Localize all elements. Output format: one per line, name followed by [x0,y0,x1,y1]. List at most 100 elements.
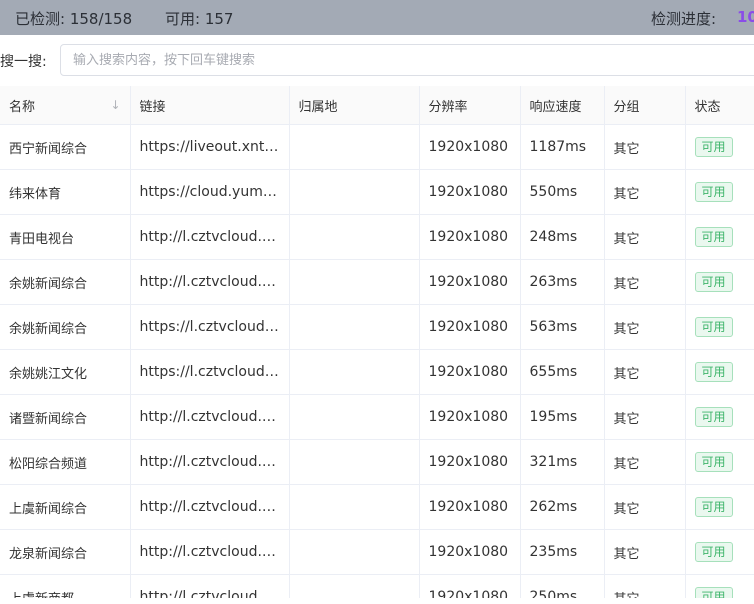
status-badge: 可用 [694,542,733,562]
results-table-wrap: 名称 ↓ 链接 归属地 分辨率 响应速度 分组 状态 西宁新闻综合 https:/… [0,86,754,598]
cell-url: http://l.cztvcloud.c... [130,484,290,530]
cell-location [289,304,420,350]
search-label: 搜一搜: [0,54,47,70]
cell-location [289,394,420,440]
results-table: 名称 ↓ 链接 归属地 分辨率 响应速度 分组 状态 西宁新闻综合 https:/… [0,86,754,598]
cell-name: 青田电视台 [0,214,131,260]
cell-group: 其它 [604,259,686,305]
cell-status: 可用 [685,394,754,440]
cell-group: 其它 [604,484,686,530]
column-header-name[interactable]: 名称 ↓ [0,86,131,125]
cell-group: 其它 [604,304,686,350]
table-row[interactable]: 余姚新闻综合 http://l.cztvcloud.c... 1920x1080 26… [0,259,754,305]
cell-speed: 1187ms [520,124,605,170]
cell-url: http://l.cztvcloud.c... [130,439,290,485]
cell-resolution: 1920x1080 [419,394,521,440]
search-input[interactable] [60,44,754,76]
cell-location [289,124,420,170]
cell-name: 松阳综合频道 [0,439,131,485]
status-badge: 可用 [694,227,733,247]
cell-url: http://l.cztvcloud.c... [130,529,290,575]
cell-location [289,169,420,215]
table-row[interactable]: 余姚姚江文化 https://l.cztvcloud.... 1920x1080 65… [0,349,754,395]
cell-group: 其它 [604,439,686,485]
progress-value: 10 [737,8,754,26]
status-badge: 可用 [694,137,733,157]
column-header-speed[interactable]: 响应速度 [520,86,605,125]
table-header-row: 名称 ↓ 链接 归属地 分辨率 响应速度 分组 状态 [0,86,754,125]
cell-status: 可用 [685,439,754,485]
cell-status: 可用 [685,529,754,575]
cell-url: https://liveout.xntv.... [130,124,290,170]
status-badge: 可用 [694,362,733,382]
cell-status: 可用 [685,259,754,305]
cell-url: https://l.cztvcloud.... [130,304,290,350]
status-badge: 可用 [694,317,733,337]
status-bar: 已检测: 158/158 可用: 157 检测进度: 10 [0,0,754,35]
column-header-resolution[interactable]: 分辨率 [419,86,521,125]
cell-speed: 550ms [520,169,605,215]
table-body: 西宁新闻综合 https://liveout.xntv.... 1920x1080 1… [0,124,754,598]
cell-resolution: 1920x1080 [419,259,521,305]
cell-group: 其它 [604,214,686,260]
cell-resolution: 1920x1080 [419,484,521,530]
table-row[interactable]: 西宁新闻综合 https://liveout.xntv.... 1920x1080 1… [0,124,754,170]
cell-name: 余姚新闻综合 [0,304,131,350]
table-row[interactable]: 纬来体育 https://cloud.yumix... 1920x1080 550ms… [0,169,754,215]
column-header-status[interactable]: 状态 [685,86,754,125]
bottom-edge [0,598,754,604]
cell-status: 可用 [685,574,754,598]
cell-group: 其它 [604,394,686,440]
status-badge: 可用 [694,182,733,202]
status-badge: 可用 [694,272,733,292]
cell-url: https://cloud.yumix... [130,169,290,215]
sort-arrow-icon[interactable]: ↓ [110,98,120,112]
cell-name: 龙泉新闻综合 [0,529,131,575]
cell-name: 诸暨新闻综合 [0,394,131,440]
cell-status: 可用 [685,169,754,215]
cell-name: 上虞新闻综合 [0,484,131,530]
table-row[interactable]: 余姚新闻综合 https://l.cztvcloud.... 1920x1080 56… [0,304,754,350]
cell-name: 余姚姚江文化 [0,349,131,395]
cell-speed: 235ms [520,529,605,575]
cell-location [289,439,420,485]
search-row: 搜一搜: [0,44,754,78]
cell-resolution: 1920x1080 [419,349,521,395]
cell-name: 纬来体育 [0,169,131,215]
checked-count: 已检测: 158/158 [15,10,133,28]
table-row[interactable]: 龙泉新闻综合 http://l.cztvcloud.c... 1920x1080 23… [0,529,754,575]
cell-group: 其它 [604,529,686,575]
cell-url: http://l.cztvcloud.c... [130,259,290,305]
cell-url: http://l.cztvcloud.c... [130,574,290,598]
cell-resolution: 1920x1080 [419,169,521,215]
cell-url: https://l.cztvcloud.... [130,349,290,395]
cell-group: 其它 [604,169,686,215]
cell-status: 可用 [685,484,754,530]
table-row[interactable]: 上虞新商都http://l.cztvcloud.c... 1920x1080250… [0,574,754,598]
cell-group: 其它 [604,349,686,395]
status-badge: 可用 [694,497,733,517]
table-row[interactable]: 上虞新闻综合 http://l.cztvcloud.c... 1920x1080 26… [0,484,754,530]
cell-location [289,214,420,260]
cell-location [289,529,420,575]
column-header-group[interactable]: 分组 [604,86,686,125]
cell-status: 可用 [685,214,754,260]
cell-location [289,349,420,395]
cell-speed: 248ms [520,214,605,260]
progress-label: 检测进度: [651,10,717,28]
cell-resolution: 1920x1080 [419,574,521,598]
table-row[interactable]: 诸暨新闻综合 http://l.cztvcloud.c... 1920x1080 19… [0,394,754,440]
cell-location [289,259,420,305]
cell-resolution: 1920x1080 [419,124,521,170]
available-count: 可用: 157 [165,10,234,28]
table-row[interactable]: 青田电视台 http://l.cztvcloud.c... 1920x1080 248… [0,214,754,260]
status-badge: 可用 [694,587,733,598]
cell-url: http://l.cztvcloud.c... [130,214,290,260]
cell-group: 其它 [604,574,686,598]
column-header-location[interactable]: 归属地 [289,86,420,125]
cell-name: 余姚新闻综合 [0,259,131,305]
column-header-url[interactable]: 链接 [130,86,290,125]
cell-group: 其它 [604,124,686,170]
cell-resolution: 1920x1080 [419,304,521,350]
table-row[interactable]: 松阳综合频道 http://l.cztvcloud.c... 1920x1080 32… [0,439,754,485]
